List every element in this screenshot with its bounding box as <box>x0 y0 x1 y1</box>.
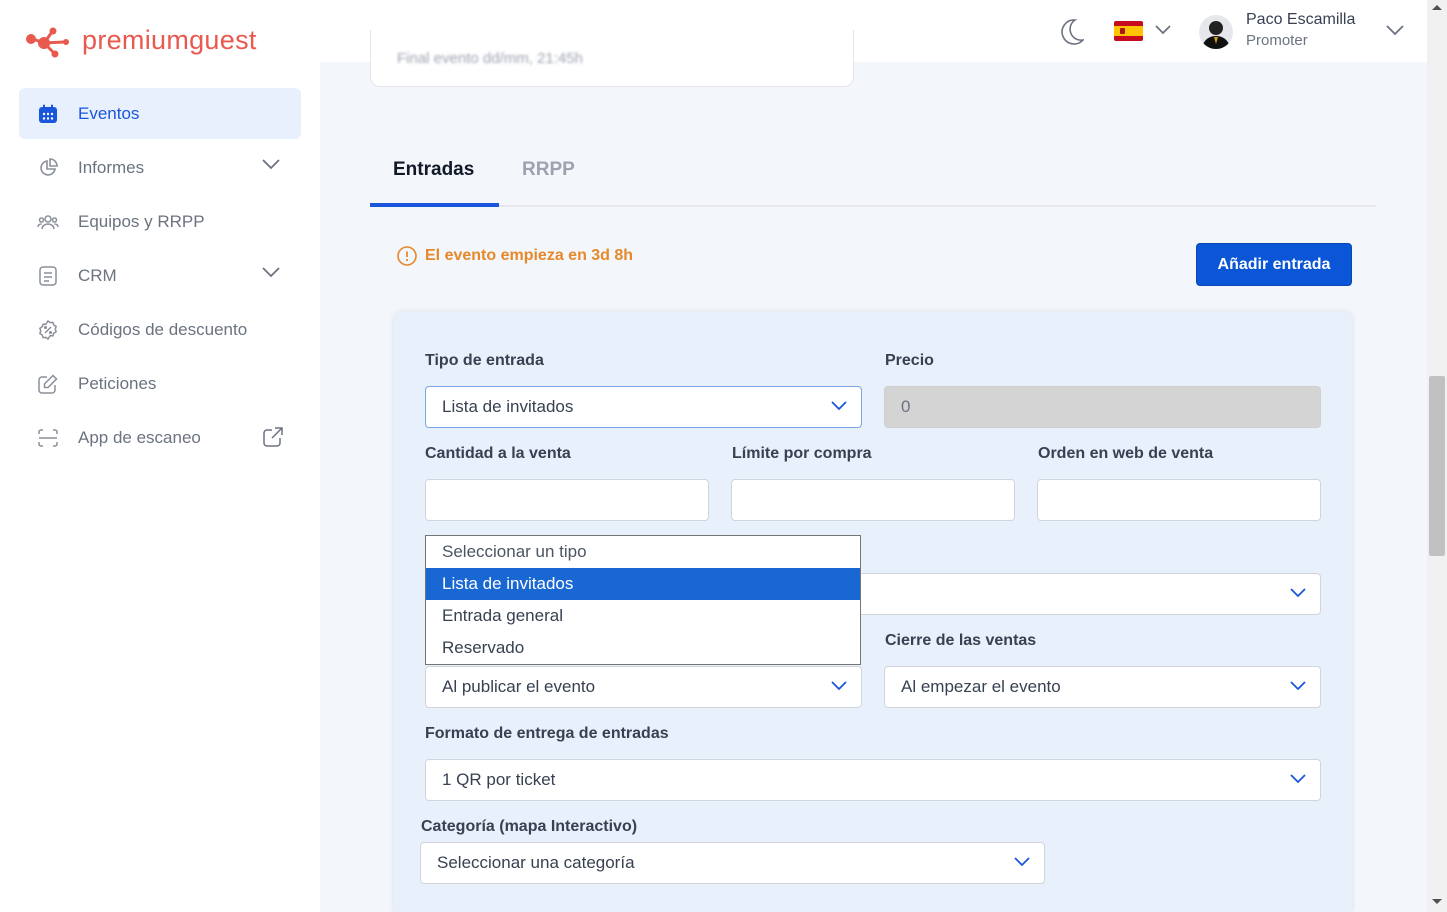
sidebar-nav: Eventos Informes Equipos y RRPP CRM Códi… <box>19 88 301 466</box>
notice-text: El evento empieza en 3d 8h <box>425 247 634 264</box>
active-tab-indicator <box>370 203 499 207</box>
categoria-value: Seleccionar una categoría <box>437 853 635 872</box>
sidebar-item-label: Códigos de descuento <box>78 319 248 339</box>
precio-value: 0 <box>901 397 911 416</box>
dropdown-option-selected[interactable]: Lista de invitados <box>426 568 860 600</box>
sidebar-item-peticiones[interactable]: Peticiones <box>19 358 301 409</box>
users-icon <box>37 211 59 233</box>
document-icon <box>37 265 59 287</box>
dropdown-option[interactable]: Reservado <box>426 632 860 664</box>
brand-logo[interactable]: premiumguest <box>24 22 257 58</box>
sidebar-item-label: Informes <box>78 157 145 177</box>
precio-label: Precio <box>885 352 934 369</box>
scroll-up-arrow-icon[interactable] <box>1432 5 1442 10</box>
chevron-down-icon <box>262 159 280 170</box>
sidebar-item-eventos[interactable]: Eventos <box>19 88 301 139</box>
chevron-down-icon <box>831 401 847 411</box>
chevron-down-icon[interactable] <box>1154 24 1172 36</box>
event-summary-card: Final evento dd/mm, 21:45h <box>370 30 854 87</box>
scrollbar-thumb[interactable] <box>1429 376 1445 556</box>
pie-chart-icon <box>37 157 59 179</box>
dropdown-option[interactable]: Entrada general <box>426 600 860 632</box>
molecule-logo-icon <box>26 27 69 58</box>
categoria-select[interactable]: Seleccionar una categoría <box>420 842 1045 884</box>
tab-rrpp[interactable]: RRPP <box>522 159 575 181</box>
avatar[interactable] <box>1199 15 1233 49</box>
formato-value: 1 QR por ticket <box>442 770 556 789</box>
chevron-down-icon <box>1290 681 1306 691</box>
dark-mode-moon-icon[interactable] <box>1058 18 1084 46</box>
limite-label: Límite por compra <box>732 445 872 462</box>
scroll-down-arrow-icon[interactable] <box>1432 899 1442 904</box>
categoria-label: Categoría (mapa Interactivo) <box>421 818 638 835</box>
sidebar-item-crm[interactable]: CRM <box>19 250 301 301</box>
event-summary-text: Final evento dd/mm, 21:45h <box>397 50 583 67</box>
cierre-select[interactable]: Al empezar el evento <box>884 666 1321 708</box>
precio-input: 0 <box>884 386 1321 428</box>
sidebar-item-label: App de escaneo <box>78 427 201 447</box>
spain-flag-icon[interactable] <box>1114 21 1143 41</box>
tipo-entrada-dropdown: Seleccionar un tipo Lista de invitados E… <box>425 535 861 665</box>
sidebar-item-label: Peticiones <box>78 373 157 393</box>
dropdown-option[interactable]: Seleccionar un tipo <box>426 536 860 568</box>
sidebar: premiumguest Eventos Informes Equipos y … <box>0 0 320 912</box>
sidebar-item-equipos[interactable]: Equipos y RRPP <box>19 196 301 247</box>
tipo-entrada-value: Lista de invitados <box>442 397 574 416</box>
user-name[interactable]: Paco Escamilla <box>1246 11 1355 29</box>
brand-name: premiumguest <box>82 24 257 55</box>
tab-entradas[interactable]: Entradas <box>393 159 474 181</box>
formato-select[interactable]: 1 QR por ticket <box>425 759 1321 801</box>
formato-label: Formato de entrega de entradas <box>425 725 669 742</box>
external-link-icon <box>263 427 283 447</box>
chevron-down-icon <box>1290 774 1306 784</box>
cantidad-label: Cantidad a la venta <box>425 445 571 462</box>
apertura-select[interactable]: Al publicar el evento <box>425 666 862 708</box>
tabs: Entradas RRPP <box>370 140 1376 207</box>
tipo-entrada-label: Tipo de entrada <box>425 352 544 369</box>
chevron-down-icon <box>262 267 280 278</box>
cierre-label: Cierre de las ventas <box>885 632 1037 649</box>
discount-icon <box>37 319 59 341</box>
chevron-down-icon <box>831 681 847 691</box>
orden-input[interactable] <box>1037 479 1321 521</box>
apertura-value: Al publicar el evento <box>442 677 596 696</box>
chevron-down-icon <box>1290 588 1306 598</box>
edit-icon <box>37 373 59 395</box>
scan-icon <box>37 427 59 449</box>
tipo-entrada-select[interactable]: Lista de invitados <box>425 386 862 428</box>
info-icon <box>397 246 417 266</box>
sidebar-item-label: Eventos <box>78 103 140 123</box>
user-role: Promoter <box>1246 32 1308 49</box>
sidebar-item-codigos[interactable]: Códigos de descuento <box>19 304 301 355</box>
sidebar-item-label: CRM <box>78 265 117 285</box>
calendar-icon <box>37 103 59 125</box>
sidebar-item-label: Equipos y RRPP <box>78 211 205 231</box>
chevron-down-icon[interactable] <box>1385 24 1405 36</box>
add-entry-button[interactable]: Añadir entrada <box>1196 243 1352 286</box>
event-start-notice: El evento empieza en 3d 8h <box>397 246 633 266</box>
sidebar-item-informes[interactable]: Informes <box>19 142 301 193</box>
limite-input[interactable] <box>731 479 1015 521</box>
orden-label: Orden en web de venta <box>1038 445 1214 462</box>
cierre-value: Al empezar el evento <box>901 677 1061 696</box>
cantidad-input[interactable] <box>425 479 709 521</box>
chevron-down-icon <box>1014 857 1030 867</box>
sidebar-item-app-escaneo[interactable]: App de escaneo <box>19 412 301 463</box>
